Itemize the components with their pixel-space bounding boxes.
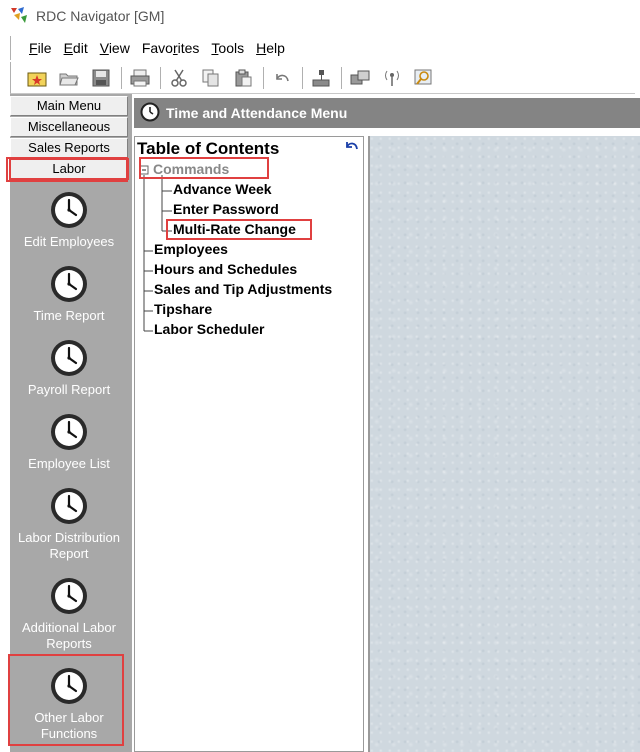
toc-hours-and-schedules[interactable]: Hours and Schedules (154, 261, 297, 277)
nav-item-label: Additional Labor Reports (22, 620, 116, 651)
toc-employees[interactable]: Employees (154, 241, 228, 257)
window-title: RDC Navigator [GM] (36, 8, 165, 24)
menu-tools[interactable]: Tools (211, 40, 244, 56)
menu-edit[interactable]: Edit (64, 40, 88, 56)
clock-icon (49, 576, 89, 616)
menu-label: ools (218, 40, 245, 56)
menu-bar: File Edit View Favorites Tools Help (10, 36, 635, 60)
left-nav-panel: Main Menu Miscellaneous Sales Reports La… (6, 94, 132, 752)
header-title: Time and Attendance Menu (166, 105, 348, 121)
multi-rate-change-highlight (166, 219, 312, 240)
copy-icon[interactable] (199, 66, 223, 90)
menu-favorites[interactable]: Favorites (142, 40, 200, 56)
toolbar-separator (160, 66, 161, 89)
nav-item-edit-employees[interactable]: Edit Employees (10, 190, 128, 250)
nav-item-label: Time Report (33, 308, 105, 323)
nav-item-time-report[interactable]: Time Report (10, 264, 128, 324)
menu-label: ile (37, 40, 52, 56)
other-labor-functions-highlight (8, 654, 124, 746)
toc-enter-password[interactable]: Enter Password (173, 201, 279, 217)
commands-highlight (139, 157, 269, 179)
menu-label: iew (108, 40, 130, 56)
toolbar-separator (263, 66, 264, 89)
clock-icon (49, 264, 89, 304)
clock-icon (49, 338, 89, 378)
menu-accelerator: F (29, 40, 38, 56)
new-folder-icon[interactable] (25, 66, 49, 90)
antenna-icon[interactable] (380, 66, 404, 90)
toc-tipshare[interactable]: Tipshare (154, 301, 212, 317)
window-titlebar: RDC Navigator [GM] (0, 0, 640, 32)
save-icon[interactable] (89, 66, 113, 90)
tab-sales-reports[interactable]: Sales Reports (10, 138, 128, 158)
menu-accelerator: E (63, 40, 73, 56)
find-icon[interactable] (412, 66, 436, 90)
network-icon[interactable] (348, 66, 372, 90)
undo-icon[interactable] (270, 66, 294, 90)
menu-header-bar: Time and Attendance Menu (134, 98, 640, 128)
toolbar-separator (302, 66, 303, 89)
toolbar (10, 62, 635, 94)
labor-tab-highlight (6, 157, 128, 182)
cut-icon[interactable] (167, 66, 191, 90)
toolbar-separator (341, 66, 342, 89)
nav-item-label: Labor Distribution Report (18, 530, 120, 561)
toolbar-separator (121, 66, 122, 89)
content-pane (368, 136, 640, 752)
menu-label: ites (177, 40, 200, 56)
table-of-contents: Table of Contents Commands Advance Week … (134, 136, 364, 752)
toc-advance-week[interactable]: Advance Week (173, 181, 272, 197)
menu-label: elp (266, 40, 285, 56)
nav-item-label: Payroll Report (27, 382, 111, 397)
menu-accelerator: V (99, 40, 109, 56)
nav-item-payroll-report[interactable]: Payroll Report (10, 338, 128, 398)
tab-main-menu[interactable]: Main Menu (10, 96, 128, 116)
clock-icon (49, 412, 89, 452)
menu-label: dit (72, 40, 88, 56)
open-folder-icon[interactable] (57, 66, 81, 90)
clock-icon (49, 486, 89, 526)
menu-view[interactable]: View (100, 40, 130, 56)
menu-label: Favo (141, 40, 173, 56)
clock-icon (49, 190, 89, 230)
app-logo-icon (8, 5, 30, 27)
nav-item-labor-distribution-report[interactable]: Labor Distribution Report (10, 486, 128, 562)
nav-item-additional-labor-reports[interactable]: Additional Labor Reports (10, 576, 128, 652)
toc-sales-and-tip-adjustments[interactable]: Sales and Tip Adjustments (154, 281, 332, 297)
nav-item-label: Employee List (28, 456, 110, 471)
toc-labor-scheduler[interactable]: Labor Scheduler (154, 321, 264, 337)
paste-icon[interactable] (231, 66, 255, 90)
clock-icon (140, 102, 160, 125)
print-icon[interactable] (128, 66, 152, 90)
menu-help[interactable]: Help (256, 40, 285, 56)
nav-item-employee-list[interactable]: Employee List (10, 412, 128, 472)
menu-accelerator: H (256, 40, 267, 56)
tree-view-icon[interactable] (309, 66, 333, 90)
menu-file[interactable]: File (29, 40, 52, 56)
nav-item-label: Edit Employees (23, 234, 115, 249)
tab-miscellaneous[interactable]: Miscellaneous (10, 117, 128, 137)
